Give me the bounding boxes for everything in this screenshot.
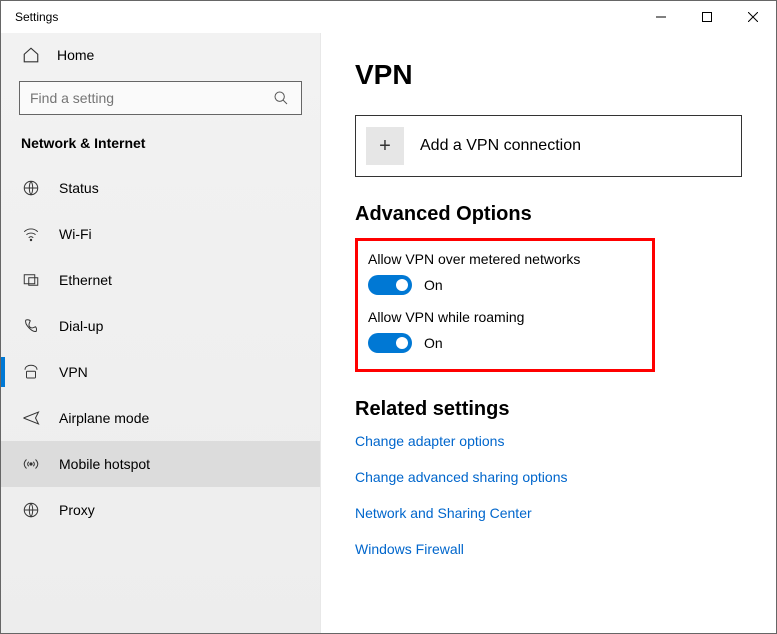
advanced-options-heading: Advanced Options bbox=[355, 203, 742, 226]
metered-toggle[interactable] bbox=[368, 275, 412, 295]
main-panel: VPN + Add a VPN connection Advanced Opti… bbox=[321, 33, 776, 633]
roaming-toggle-state: On bbox=[424, 335, 443, 351]
search-icon bbox=[271, 88, 291, 108]
sidebar-item-wifi[interactable]: Wi-Fi bbox=[1, 211, 320, 257]
metered-toggle-label: Allow VPN over metered networks bbox=[368, 251, 638, 267]
highlighted-region: Allow VPN over metered networks On Allow… bbox=[355, 238, 655, 372]
roaming-toggle[interactable] bbox=[368, 333, 412, 353]
home-icon bbox=[21, 45, 41, 65]
sidebar-item-label: Ethernet bbox=[59, 272, 112, 288]
sidebar-item-label: Dial-up bbox=[59, 318, 103, 334]
proxy-icon bbox=[21, 500, 41, 520]
page-title: VPN bbox=[355, 59, 742, 91]
plus-icon: + bbox=[366, 127, 404, 165]
sidebar-item-status[interactable]: Status bbox=[1, 165, 320, 211]
sidebar-item-label: Airplane mode bbox=[59, 410, 149, 426]
minimize-button[interactable] bbox=[638, 1, 684, 33]
link-network-center[interactable]: Network and Sharing Center bbox=[355, 505, 742, 521]
dialup-icon bbox=[21, 316, 41, 336]
related-heading: Related settings bbox=[355, 398, 742, 421]
link-adapter-options[interactable]: Change adapter options bbox=[355, 433, 742, 449]
sidebar-item-airplane[interactable]: Airplane mode bbox=[1, 395, 320, 441]
link-firewall[interactable]: Windows Firewall bbox=[355, 541, 742, 557]
section-label: Network & Internet bbox=[1, 131, 320, 165]
sidebar-item-proxy[interactable]: Proxy bbox=[1, 487, 320, 533]
sidebar-item-vpn[interactable]: VPN bbox=[1, 349, 320, 395]
sidebar: Home Network & Internet Status Wi-Fi bbox=[1, 33, 321, 633]
sidebar-item-label: Proxy bbox=[59, 502, 95, 518]
close-button[interactable] bbox=[730, 1, 776, 33]
window-title: Settings bbox=[1, 10, 58, 24]
airplane-icon bbox=[21, 408, 41, 428]
link-sharing-options[interactable]: Change advanced sharing options bbox=[355, 469, 742, 485]
roaming-toggle-label: Allow VPN while roaming bbox=[368, 309, 638, 325]
sidebar-item-label: Mobile hotspot bbox=[59, 456, 150, 472]
home-nav[interactable]: Home bbox=[1, 35, 320, 75]
sidebar-item-label: Status bbox=[59, 180, 99, 196]
add-vpn-label: Add a VPN connection bbox=[420, 137, 581, 155]
search-box[interactable] bbox=[19, 81, 302, 115]
wifi-icon bbox=[21, 224, 41, 244]
sidebar-item-ethernet[interactable]: Ethernet bbox=[1, 257, 320, 303]
search-input[interactable] bbox=[30, 90, 271, 106]
sidebar-item-hotspot[interactable]: Mobile hotspot bbox=[1, 441, 320, 487]
hotspot-icon bbox=[21, 454, 41, 474]
sidebar-item-label: Wi-Fi bbox=[59, 226, 92, 242]
sidebar-item-dialup[interactable]: Dial-up bbox=[1, 303, 320, 349]
add-vpn-button[interactable]: + Add a VPN connection bbox=[355, 115, 742, 177]
sidebar-item-label: VPN bbox=[59, 364, 88, 380]
home-label: Home bbox=[57, 47, 94, 63]
status-icon bbox=[21, 178, 41, 198]
titlebar: Settings bbox=[1, 1, 776, 33]
maximize-button[interactable] bbox=[684, 1, 730, 33]
metered-toggle-state: On bbox=[424, 277, 443, 293]
ethernet-icon bbox=[21, 270, 41, 290]
vpn-icon bbox=[21, 362, 41, 382]
